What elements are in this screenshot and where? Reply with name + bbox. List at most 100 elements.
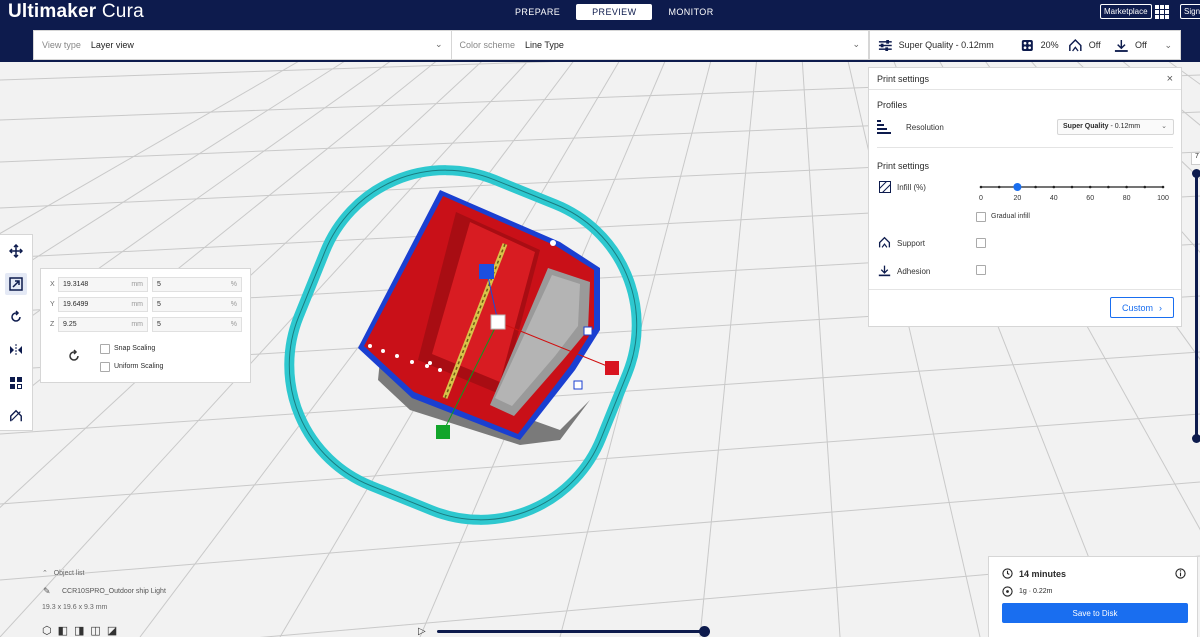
infill-slider-step xyxy=(1143,185,1147,189)
camera-view-buttons: ⬡ ◧ ◨ ◫ ◪ xyxy=(42,624,117,637)
x-mm-input[interactable]: 19.3148 mm xyxy=(58,277,148,292)
play-icon[interactable]: ▷ xyxy=(418,626,426,637)
infill-slider-step xyxy=(1161,185,1165,189)
infill-slider-step xyxy=(1125,185,1128,189)
material-usage: 1g · 0.22m xyxy=(1019,588,1053,595)
center-handle[interactable] xyxy=(490,314,506,330)
infill-slider-step xyxy=(1070,185,1074,189)
infill-tick-label: 60 xyxy=(1086,195,1094,202)
tab-monitor[interactable]: MONITOR xyxy=(658,4,723,20)
chevron-down-icon: ⌄ xyxy=(1161,123,1167,130)
scale-tool-button[interactable] xyxy=(5,273,27,295)
chevron-right-icon: › xyxy=(1159,302,1162,313)
adhesion-checkbox[interactable] xyxy=(976,265,986,275)
apps-grid-icon[interactable] xyxy=(1155,5,1169,19)
view-type-label: View type xyxy=(42,40,81,50)
uniform-scaling-label: Uniform Scaling xyxy=(114,363,164,370)
y-mm-input[interactable]: 19.6499 mm xyxy=(58,297,148,312)
support-icon xyxy=(878,236,891,248)
save-to-disk-button[interactable]: Save to Disk xyxy=(1002,603,1188,623)
custom-button-label: Custom xyxy=(1121,302,1153,313)
color-scheme-select[interactable]: Color scheme Line Type ⌄ xyxy=(450,31,869,59)
resolution-value-rest: - 0.12mm xyxy=(1108,123,1141,130)
z-axis-label: Z xyxy=(50,321,55,328)
move-tool-button[interactable] xyxy=(5,240,27,262)
y-percent-input[interactable]: 5% xyxy=(152,297,242,312)
resolution-icon xyxy=(877,120,891,134)
view-right-icon[interactable]: ◪ xyxy=(107,624,117,637)
resolution-dropdown[interactable]: Super Quality - 0.12mm ⌄ xyxy=(1057,119,1174,135)
layer-slider-top-handle[interactable] xyxy=(1192,169,1200,178)
z-mm-input[interactable]: 9.25 mm xyxy=(58,317,148,332)
x-percent-input[interactable]: 5% xyxy=(152,277,242,292)
profiles-heading: Profiles xyxy=(877,100,908,110)
pencil-icon: ✎ xyxy=(43,586,51,596)
section-divider xyxy=(869,289,1181,290)
infill-slider-handle[interactable] xyxy=(1013,183,1022,191)
infill-label: Infill (%) xyxy=(897,183,926,192)
snap-scaling-checkbox[interactable] xyxy=(100,344,110,354)
print-info-panel: 14 minutes 1g · 0.22m Save to Disk xyxy=(988,556,1198,637)
view-top-icon[interactable]: ◨ xyxy=(74,624,84,637)
infill-slider[interactable]: 0 20 40 60 80 100 xyxy=(976,180,1170,204)
scale-icon xyxy=(9,277,23,291)
support-blocker-button[interactable] xyxy=(5,405,27,427)
close-icon[interactable]: × xyxy=(1167,73,1173,85)
rotate-icon xyxy=(11,310,21,322)
path-slider-handle[interactable] xyxy=(699,626,710,637)
uniform-scaling-checkbox[interactable] xyxy=(100,362,110,372)
infill-tick-label: 100 xyxy=(1157,195,1169,202)
section-divider xyxy=(877,147,1173,148)
info-icon[interactable] xyxy=(1175,568,1186,579)
reset-scale-button[interactable] xyxy=(67,349,81,365)
per-model-settings-button[interactable] xyxy=(5,372,27,394)
chevron-down-icon: ⌄ xyxy=(852,39,860,49)
move-arrows-icon xyxy=(9,244,23,258)
z-axis-handle[interactable] xyxy=(479,264,494,279)
adhesion-label: Adhesion xyxy=(897,267,931,276)
custom-settings-button[interactable]: Custom › xyxy=(1110,297,1174,318)
view-3d-icon[interactable]: ⬡ xyxy=(42,624,52,637)
gradual-infill-label: Gradual infill xyxy=(991,213,1030,220)
view-front-icon[interactable]: ◧ xyxy=(58,624,68,637)
support-summary: Off xyxy=(1088,40,1101,50)
support-checkbox[interactable] xyxy=(976,238,986,248)
y-axis-handle[interactable] xyxy=(436,425,450,439)
x-axis-label: X xyxy=(50,281,55,288)
infill-slider-step xyxy=(979,185,983,189)
infill-summary: 20% xyxy=(1040,40,1059,50)
support-icon xyxy=(1069,38,1082,51)
tab-preview[interactable]: PREVIEW xyxy=(576,4,653,20)
view-left-icon[interactable]: ◫ xyxy=(90,624,100,637)
sign-in-button[interactable]: Sign xyxy=(1180,4,1200,19)
layer-slider-bottom-handle[interactable] xyxy=(1192,434,1200,443)
marketplace-button[interactable]: Marketplace xyxy=(1100,4,1152,19)
x-axis-handle[interactable] xyxy=(605,361,619,375)
infill-tick-label: 0 xyxy=(979,195,983,202)
rotate-tool-button[interactable] xyxy=(5,306,27,328)
infill-tick-label: 40 xyxy=(1050,195,1058,202)
top-bar: Ultimaker Cura PREPARE PREVIEW MONITOR M… xyxy=(0,0,1200,26)
gradual-infill-checkbox[interactable] xyxy=(976,212,986,222)
z-percent-input[interactable]: 5% xyxy=(152,317,242,332)
infill-slider-step xyxy=(1088,185,1092,189)
chevron-down-icon: ⌄ xyxy=(434,39,443,49)
path-slider[interactable] xyxy=(437,626,710,637)
mirror-tool-button[interactable] xyxy=(5,339,27,361)
tab-prepare[interactable]: PREPARE xyxy=(505,4,570,20)
adhesion-summary: Off xyxy=(1134,40,1147,50)
infill-slider-step xyxy=(1052,185,1056,189)
layer-slider[interactable] xyxy=(1192,169,1200,443)
chevron-up-icon: ⌃ xyxy=(42,570,48,577)
layer-number-field[interactable]: 7 xyxy=(1191,152,1200,165)
print-settings-title: Print settings xyxy=(877,73,930,84)
view-type-select[interactable]: View type Layer view ⌄ xyxy=(34,31,451,59)
clock-icon xyxy=(1002,568,1013,579)
print-setup-selector[interactable]: Super Quality - 0.12mm 20% Off Off ⌄ xyxy=(869,30,1181,60)
object-list-toggle[interactable]: ⌃ Object list xyxy=(42,569,84,577)
infill-slider-step xyxy=(997,185,1001,189)
view-type-value: Layer view xyxy=(90,40,134,50)
adhesion-icon xyxy=(878,265,891,277)
color-scheme-label: Color scheme xyxy=(459,40,516,50)
support-label: Support xyxy=(897,239,926,248)
